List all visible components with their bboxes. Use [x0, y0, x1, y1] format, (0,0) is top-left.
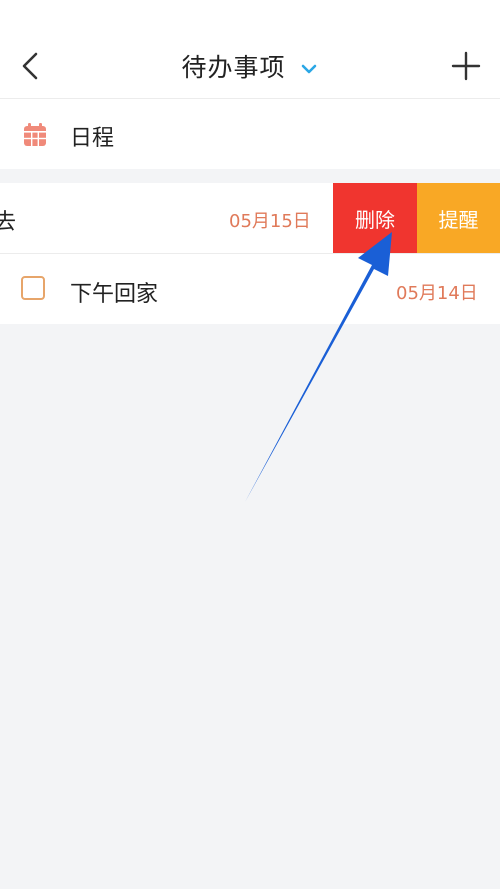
task-date: 05月14日 — [396, 283, 478, 304]
delete-button[interactable]: 删除 — [333, 183, 417, 253]
task-checkbox[interactable] — [21, 276, 45, 300]
calendar-icon — [24, 123, 46, 146]
task-date: 05月15日 — [229, 211, 311, 232]
chevron-down-icon — [302, 64, 317, 74]
task-text: 去 — [0, 210, 17, 235]
schedule-label: 日程 — [70, 126, 115, 151]
top-bar: 待办事项 — [0, 0, 500, 99]
plus-icon[interactable] — [450, 50, 482, 82]
title-dropdown[interactable]: 待办事项 — [0, 48, 500, 84]
page-title: 待办事项 — [181, 53, 286, 82]
task-text: 下午回家 — [70, 282, 159, 307]
remind-button[interactable]: 提醒 — [417, 183, 500, 253]
